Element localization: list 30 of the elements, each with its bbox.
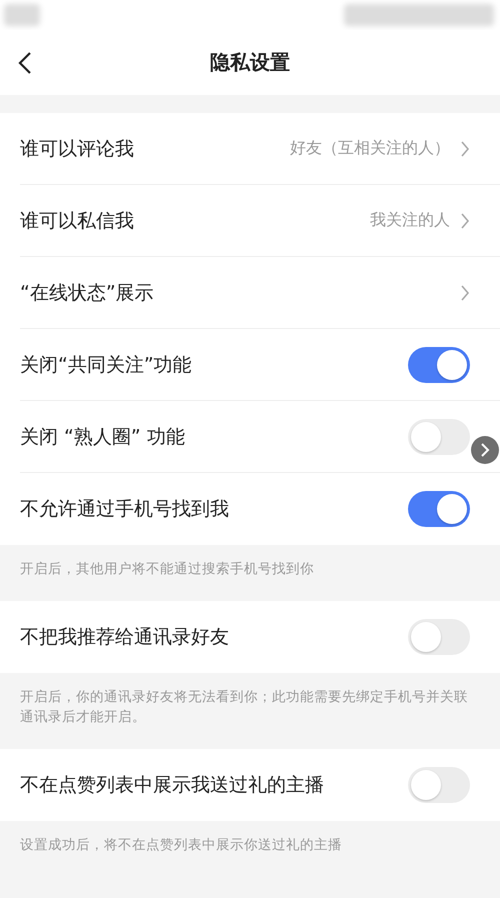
next-page-button[interactable] xyxy=(471,436,499,464)
setting-value: 好友（互相关注的人） xyxy=(290,138,450,159)
settings-row[interactable]: 谁可以私信我 我关注的人 xyxy=(20,185,500,257)
chevron-icon xyxy=(460,140,470,156)
hint-text: 设置成功后，将不在点赞列表中展示你送过礼的主播 xyxy=(19,836,343,855)
setting-label: 关闭 “熟人圈” 功能 xyxy=(20,424,186,450)
setting-label: 不在点赞列表中展示我送过礼的主播 xyxy=(20,773,325,798)
settings-row[interactable]: 谁可以评论我 好友（互相关注的人） xyxy=(20,113,500,185)
hint-text: 开启后，其他用户将不能通过搜索手机号找到你 xyxy=(19,560,315,579)
chevron-icon xyxy=(460,212,470,228)
toggle-switch[interactable] xyxy=(408,619,470,655)
chevron-icon xyxy=(460,284,470,300)
setting-label: 关闭“共同关注”功能 xyxy=(20,352,193,378)
settings-row[interactable]: “在线状态”展示 xyxy=(20,257,500,329)
toggle-switch[interactable] xyxy=(408,491,470,527)
setting-value: 我关注的人 xyxy=(370,210,450,231)
setting-label: 谁可以评论我 xyxy=(20,136,135,162)
blurred-block xyxy=(4,4,40,26)
settings-row[interactable]: 关闭“共同关注”功能 xyxy=(20,329,500,401)
setting-label: 谁可以私信我 xyxy=(20,208,135,234)
page-title: 隐私设置 xyxy=(209,49,291,76)
setting-label: 不把我推荐给通讯录好友 xyxy=(20,625,230,650)
hint-text: 开启后，你的通讯录好友将无法看到你；此功能需要先绑定手机号并关联通讯录后才能开启。 xyxy=(19,688,469,727)
toggle-switch[interactable] xyxy=(408,418,470,454)
setting-label: 不允许通过手机号找到我 xyxy=(20,497,230,522)
toggle-switch[interactable] xyxy=(408,767,470,803)
back-icon xyxy=(18,50,32,74)
settings-row[interactable]: 不允许通过手机号找到我 xyxy=(20,473,500,545)
setting-label: “在线状态”展示 xyxy=(20,280,155,306)
toggle-switch[interactable] xyxy=(408,346,470,382)
